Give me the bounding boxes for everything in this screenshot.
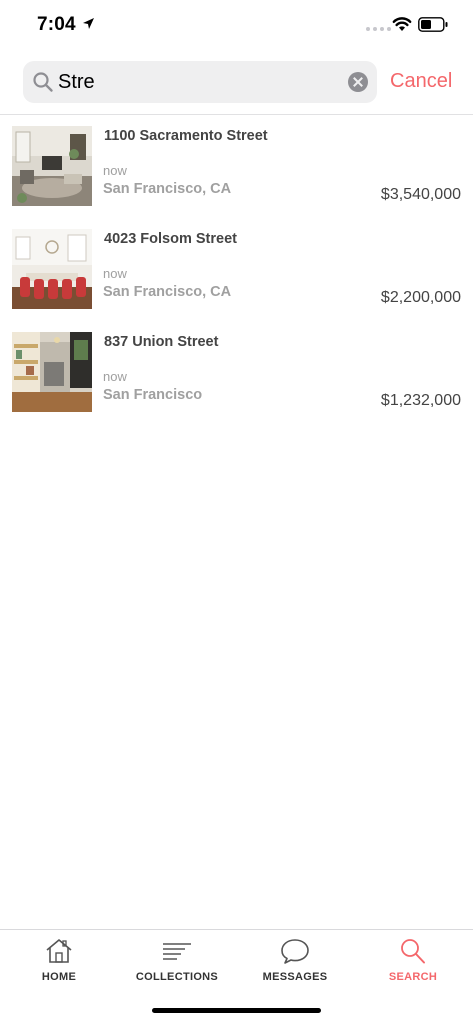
list-item[interactable]: 4023 Folsom Street now San Francisco, CA…	[0, 229, 473, 311]
listing-address: 1100 Sacramento Street	[104, 128, 268, 144]
tab-label: MESSAGES	[262, 971, 328, 983]
listing-price: $1,232,000	[380, 392, 461, 409]
listing-photo	[12, 229, 92, 309]
tab-search[interactable]: SEARCH	[354, 930, 472, 990]
tab-label: HOME	[41, 971, 77, 983]
search-icon	[401, 939, 425, 964]
listing-address: 837 Union Street	[104, 334, 219, 350]
wifi-icon	[392, 17, 412, 31]
search-row: Cancel	[0, 61, 473, 103]
listing-city: San Francisco	[103, 387, 203, 403]
tab-home[interactable]: HOME	[0, 930, 118, 990]
status-time: 7:04	[37, 14, 76, 35]
listing-photo	[12, 332, 92, 412]
location-arrow-icon	[83, 18, 94, 29]
list-item[interactable]: 837 Union Street now San Francisco $1,23…	[0, 332, 473, 414]
status-bar: 7:04	[0, 0, 473, 48]
magnifier-icon	[33, 72, 53, 92]
speech-bubble-icon	[281, 939, 309, 964]
listing-address: 4023 Folsom Street	[104, 231, 237, 247]
listing-time: now	[103, 163, 127, 178]
listing-price: $3,540,000	[380, 186, 461, 203]
listing-city: San Francisco, CA	[103, 284, 232, 300]
list-item[interactable]: 1100 Sacramento Street now San Francisco…	[0, 126, 473, 208]
listing-time: now	[103, 369, 127, 384]
home-indicator[interactable]	[152, 1008, 321, 1013]
tab-label: COLLECTIONS	[135, 971, 219, 983]
cellular-signal-icon	[366, 27, 391, 31]
clear-search-icon[interactable]	[348, 72, 368, 92]
search-field[interactable]	[23, 61, 377, 103]
listing-time: now	[103, 266, 127, 281]
tab-messages[interactable]: MESSAGES	[236, 930, 354, 990]
cancel-button[interactable]: Cancel	[390, 70, 452, 93]
house-icon	[46, 939, 72, 963]
search-input[interactable]	[58, 61, 328, 103]
listing-price: $2,200,000	[380, 289, 461, 306]
tab-collections[interactable]: COLLECTIONS	[118, 930, 236, 990]
tab-label: SEARCH	[388, 971, 438, 983]
divider	[0, 114, 473, 115]
battery-icon	[418, 17, 448, 32]
listing-photo	[12, 126, 92, 206]
lines-icon	[163, 943, 191, 960]
listing-city: San Francisco, CA	[103, 181, 232, 197]
